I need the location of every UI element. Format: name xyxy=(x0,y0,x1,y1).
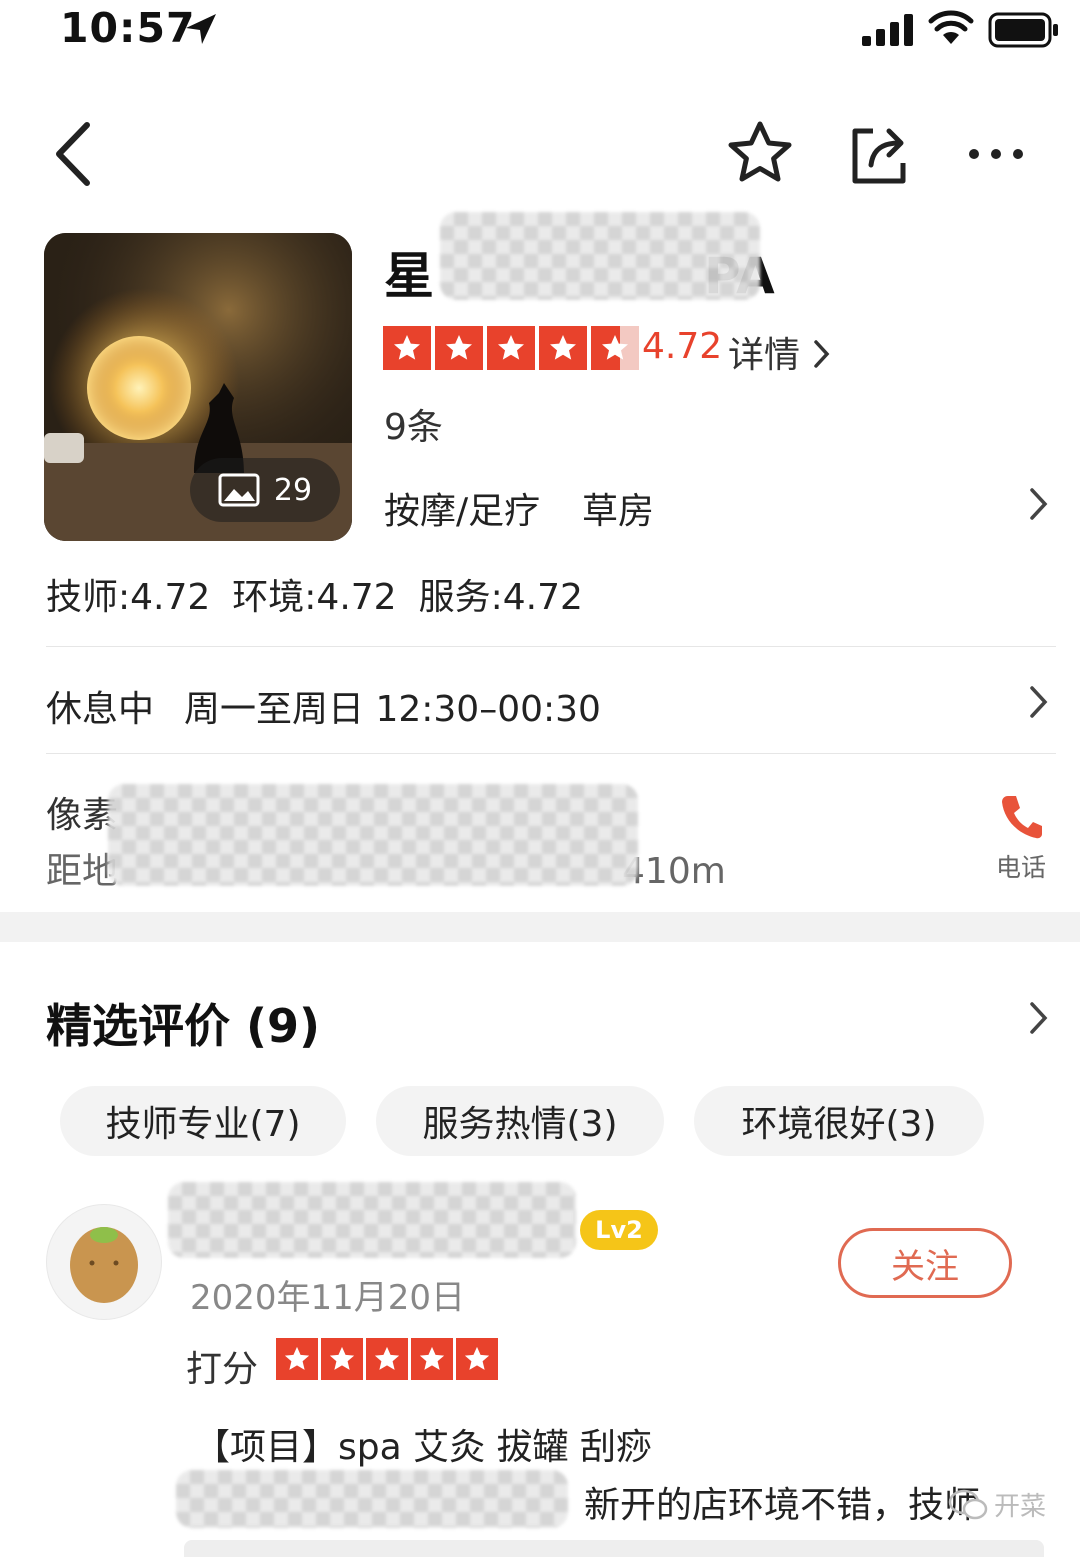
star-icon xyxy=(276,1338,318,1380)
star-icon xyxy=(366,1338,408,1380)
watermark: 开菜 xyxy=(948,1486,1046,1523)
star-icon xyxy=(456,1338,498,1380)
shop-title-start: 星 xyxy=(384,247,434,305)
shop-score: 4.72 xyxy=(642,326,723,367)
status-bar: 10:57 xyxy=(0,0,1080,60)
shop-category[interactable]: 按摩/足疗 xyxy=(384,482,540,534)
favorite-button[interactable] xyxy=(720,114,800,194)
redacted-review-text xyxy=(176,1470,568,1528)
phone-button[interactable]: 电话 xyxy=(986,792,1056,884)
star-icon xyxy=(321,1338,363,1380)
sub-scores: 技师:4.72 环境:4.72 服务:4.72 xyxy=(46,568,583,620)
phone-label: 电话 xyxy=(995,853,1046,882)
service-score: 服务:4.72 xyxy=(418,577,583,618)
divider xyxy=(46,646,1056,647)
follow-button[interactable]: 关注 xyxy=(838,1228,1012,1298)
watermark-text: 开菜 xyxy=(994,1492,1047,1522)
score-detail-link[interactable]: 详情 xyxy=(728,326,833,378)
signal-icon xyxy=(862,14,916,50)
wechat-icon xyxy=(948,1489,988,1519)
category-chevron-icon[interactable] xyxy=(1026,484,1052,528)
star-icon xyxy=(487,326,535,370)
star-icon xyxy=(383,326,431,370)
avatar[interactable] xyxy=(46,1204,162,1320)
redacted-shop-name xyxy=(440,212,760,300)
chevron-left-icon xyxy=(56,122,90,186)
star-icon xyxy=(539,326,587,370)
review-project: 【项目】spa 艾灸 拔罐 刮痧 xyxy=(194,1427,652,1468)
location-arrow-icon xyxy=(180,10,220,54)
technician-score: 技师:4.72 xyxy=(46,577,211,618)
reviews-chevron-icon[interactable] xyxy=(1026,998,1052,1042)
share-button[interactable] xyxy=(838,114,918,194)
rating-label: 打分 xyxy=(186,1349,259,1390)
review-tag-technician[interactable]: 技师专业(7) xyxy=(60,1086,346,1156)
kiwi-avatar-icon xyxy=(70,1227,138,1303)
level-badge: Lv2 xyxy=(580,1210,658,1250)
next-card-edge xyxy=(184,1540,1044,1557)
review-date: 2020年11月20日 xyxy=(190,1278,466,1318)
photo-count: 29 xyxy=(273,472,313,508)
status-time: 10:57 xyxy=(60,4,196,52)
chevron-right-icon xyxy=(814,340,830,368)
star-outline-icon xyxy=(728,121,792,182)
photo-count-badge[interactable]: 29 xyxy=(190,458,340,522)
battery-icon xyxy=(988,12,1060,52)
business-hours[interactable]: 周一至周日 12:30–00:30 xyxy=(184,680,601,732)
review-text[interactable]: 新开的店环境不错，技师 xyxy=(584,1476,980,1528)
hours-chevron-icon[interactable] xyxy=(1026,682,1052,726)
redacted-username xyxy=(168,1182,576,1258)
environment-score: 环境:4.72 xyxy=(232,577,397,618)
star-half-icon xyxy=(591,326,639,370)
detail-label: 详情 xyxy=(728,335,801,376)
more-dots-icon xyxy=(969,149,1023,159)
reviews-title-text: 精选评价 xyxy=(46,999,230,1053)
reviews-title[interactable]: 精选评价 (9) xyxy=(46,990,320,1056)
review-star-rating xyxy=(276,1338,498,1380)
star-icon xyxy=(435,326,483,370)
wifi-icon xyxy=(928,10,974,50)
business-status: 休息中 xyxy=(46,689,155,730)
back-button[interactable] xyxy=(34,114,114,194)
shop-area[interactable]: 草房 xyxy=(582,482,654,534)
section-separator xyxy=(0,912,1080,942)
share-icon xyxy=(852,128,906,184)
shop-star-rating xyxy=(383,326,639,370)
review-count: 9条 xyxy=(384,407,443,448)
redacted-address xyxy=(108,784,638,886)
phone-icon xyxy=(1002,796,1042,839)
divider xyxy=(46,753,1056,754)
review-tag-environment[interactable]: 环境很好(3) xyxy=(694,1086,984,1156)
star-icon xyxy=(411,1338,453,1380)
review-tag-service[interactable]: 服务热情(3) xyxy=(376,1086,664,1156)
image-gallery-icon xyxy=(218,473,260,507)
reviews-title-count: (9) xyxy=(246,999,321,1053)
more-button[interactable] xyxy=(956,114,1036,194)
